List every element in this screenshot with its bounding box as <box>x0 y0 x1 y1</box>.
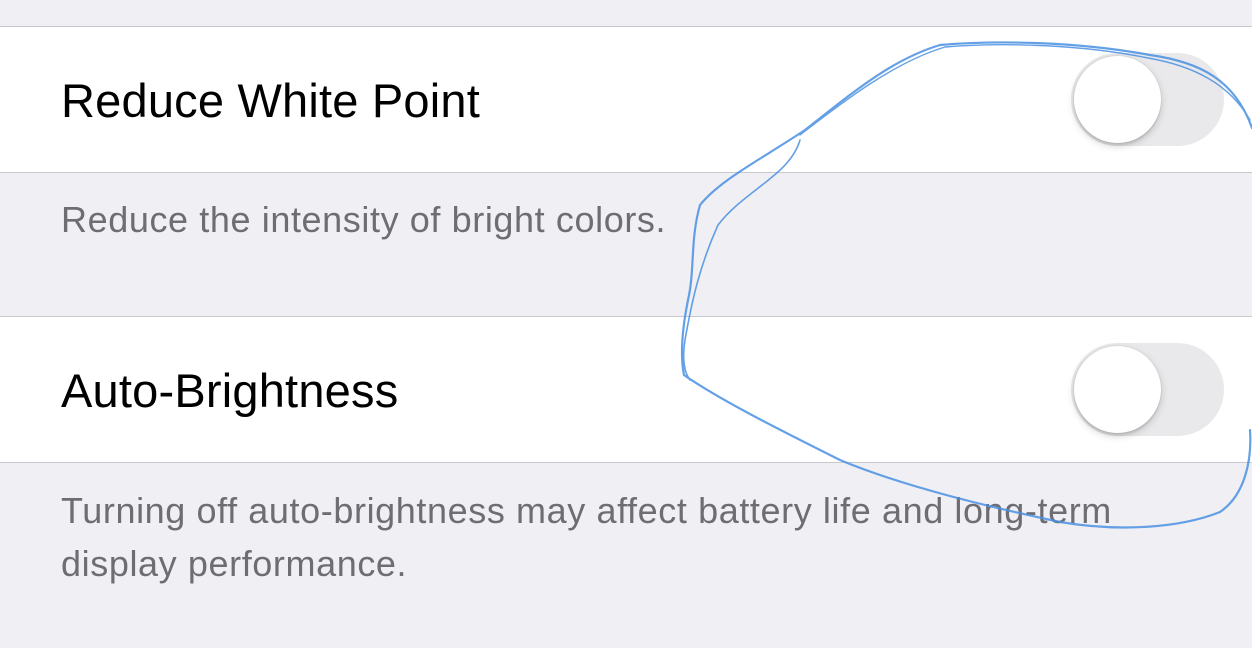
auto-brightness-toggle[interactable] <box>1071 343 1224 436</box>
reduce-white-point-label: Reduce White Point <box>61 74 480 127</box>
reduce-white-point-toggle[interactable] <box>1071 53 1224 146</box>
reduce-white-point-footer: Reduce the intensity of bright colors. <box>61 199 667 240</box>
auto-brightness-footer: Turning off auto-brightness may affect b… <box>61 490 1112 584</box>
auto-brightness-label: Auto-Brightness <box>61 364 399 417</box>
reduce-white-point-row: Reduce White Point <box>0 26 1252 173</box>
settings-page: Reduce White Point Reduce the intensity … <box>0 0 1252 648</box>
toggle-knob <box>1074 56 1161 143</box>
toggle-knob <box>1074 346 1161 433</box>
auto-brightness-row: Auto-Brightness <box>0 316 1252 463</box>
